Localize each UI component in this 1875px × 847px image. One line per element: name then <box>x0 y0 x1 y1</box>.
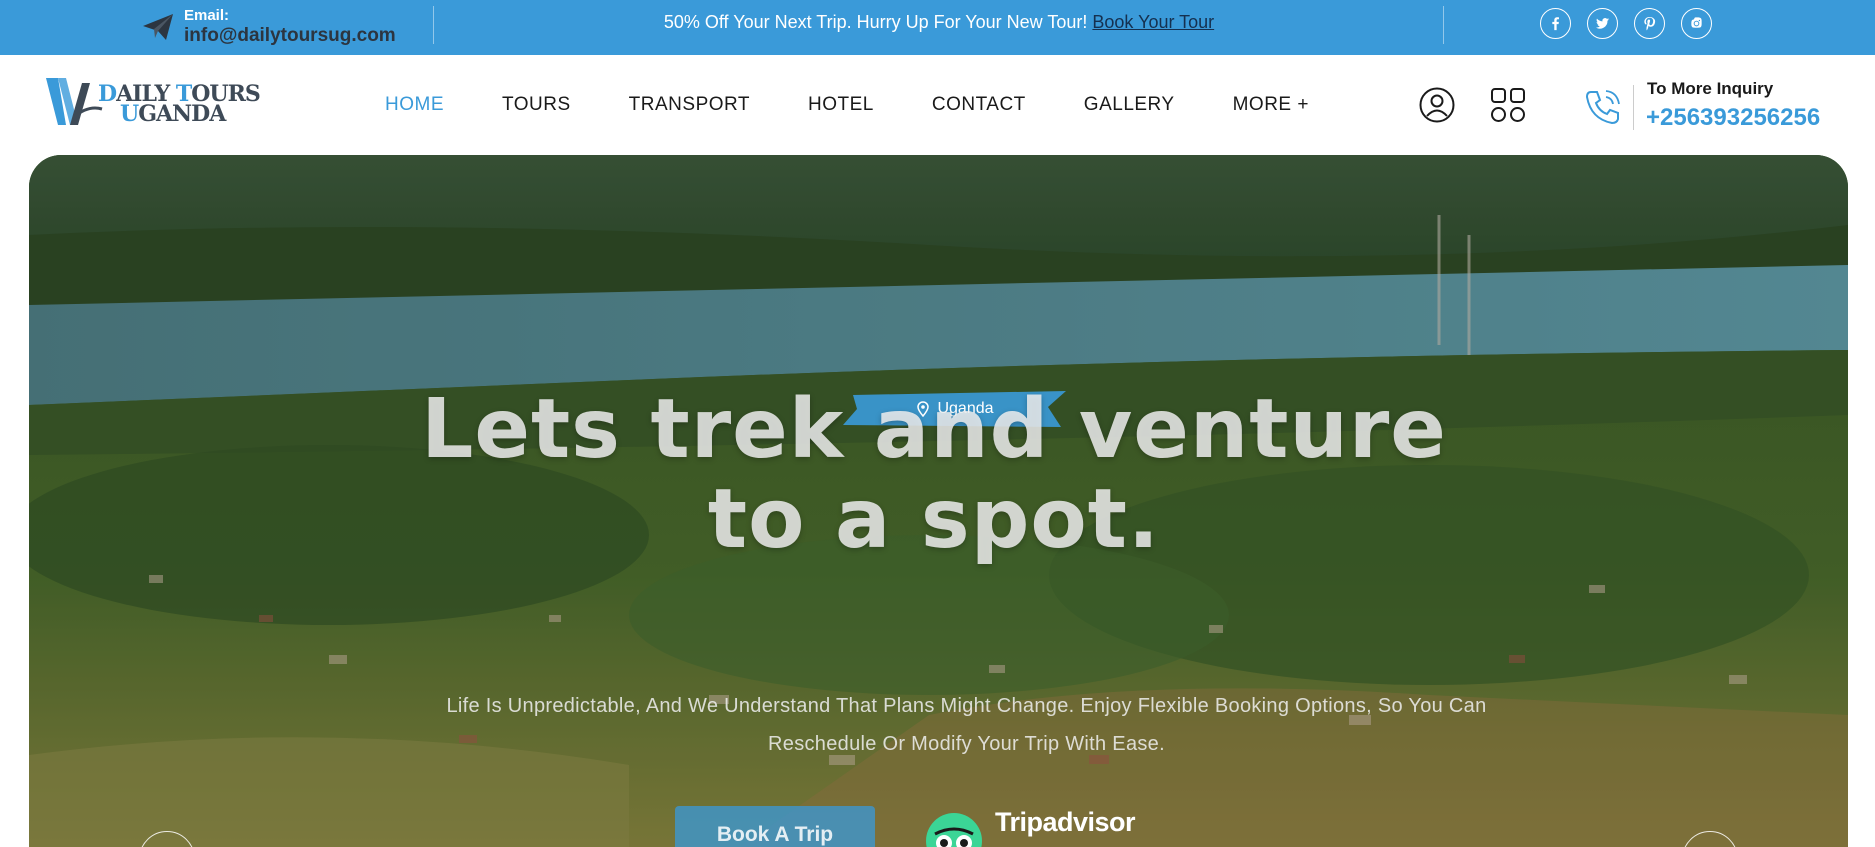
header-divider <box>1633 85 1634 130</box>
topbar-divider <box>433 6 434 44</box>
main-header: DAILY TOURS UGANDA HOME TOURS TRANSPORT … <box>0 55 1875 155</box>
topbar-divider <box>1443 6 1444 44</box>
book-your-tour-link[interactable]: Book Your Tour <box>1092 12 1214 32</box>
tripadvisor-owl-icon <box>926 813 982 847</box>
main-nav: HOME TOURS TRANSPORT HOTEL CONTACT GALLE… <box>385 94 1309 116</box>
top-bar: Email: info@dailytoursug.com 50% Off You… <box>0 0 1875 55</box>
nav-home[interactable]: HOME <box>385 94 444 116</box>
nav-tours[interactable]: TOURS <box>502 94 571 116</box>
logo-text-line2: UGANDA <box>120 101 226 127</box>
nav-gallery[interactable]: GALLERY <box>1084 94 1175 116</box>
facebook-icon[interactable] <box>1540 8 1571 39</box>
inquiry-label: To More Inquiry <box>1647 79 1774 98</box>
twitter-icon[interactable] <box>1587 8 1618 39</box>
inquiry-phone[interactable]: +256393256256 <box>1646 104 1820 132</box>
social-links <box>1540 8 1712 39</box>
paper-plane-icon <box>143 14 173 40</box>
nav-more[interactable]: MORE + <box>1233 94 1309 116</box>
email-value[interactable]: info@dailytoursug.com <box>184 25 396 47</box>
email-label: Email: <box>184 7 230 25</box>
logo-mark-icon <box>46 78 103 125</box>
tripadvisor-rating[interactable]: Tripadvisor <box>925 803 1165 847</box>
instagram-icon[interactable] <box>1681 8 1712 39</box>
pinterest-icon[interactable] <box>1634 8 1665 39</box>
nav-contact[interactable]: CONTACT <box>932 94 1026 116</box>
user-account-icon[interactable] <box>1419 87 1455 123</box>
phone-icon[interactable] <box>1583 87 1623 127</box>
menu-grid-icon[interactable] <box>1491 88 1525 122</box>
book-a-trip-button[interactable]: Book A Trip <box>675 806 875 847</box>
promo-text: 50% Off Your Next Trip. Hurry Up For You… <box>663 12 1088 32</box>
hero-subtitle: Life Is Unpredictable, And We Understand… <box>446 695 1487 755</box>
hero-banner: Uganda Lets trek and venture to a spot. … <box>29 155 1848 847</box>
tripadvisor-brand: Tripadvisor <box>995 807 1136 837</box>
nav-hotel[interactable]: HOTEL <box>808 94 874 116</box>
site-logo[interactable]: DAILY TOURS UGANDA <box>44 75 261 131</box>
hero-title: Lets trek and venture to a spot. <box>421 382 1447 567</box>
nav-transport[interactable]: TRANSPORT <box>629 94 750 116</box>
promo-banner: 50% Off Your Next Trip. Hurry Up For You… <box>435 12 1443 33</box>
email-contact[interactable]: Email: info@dailytoursug.com <box>140 4 396 50</box>
